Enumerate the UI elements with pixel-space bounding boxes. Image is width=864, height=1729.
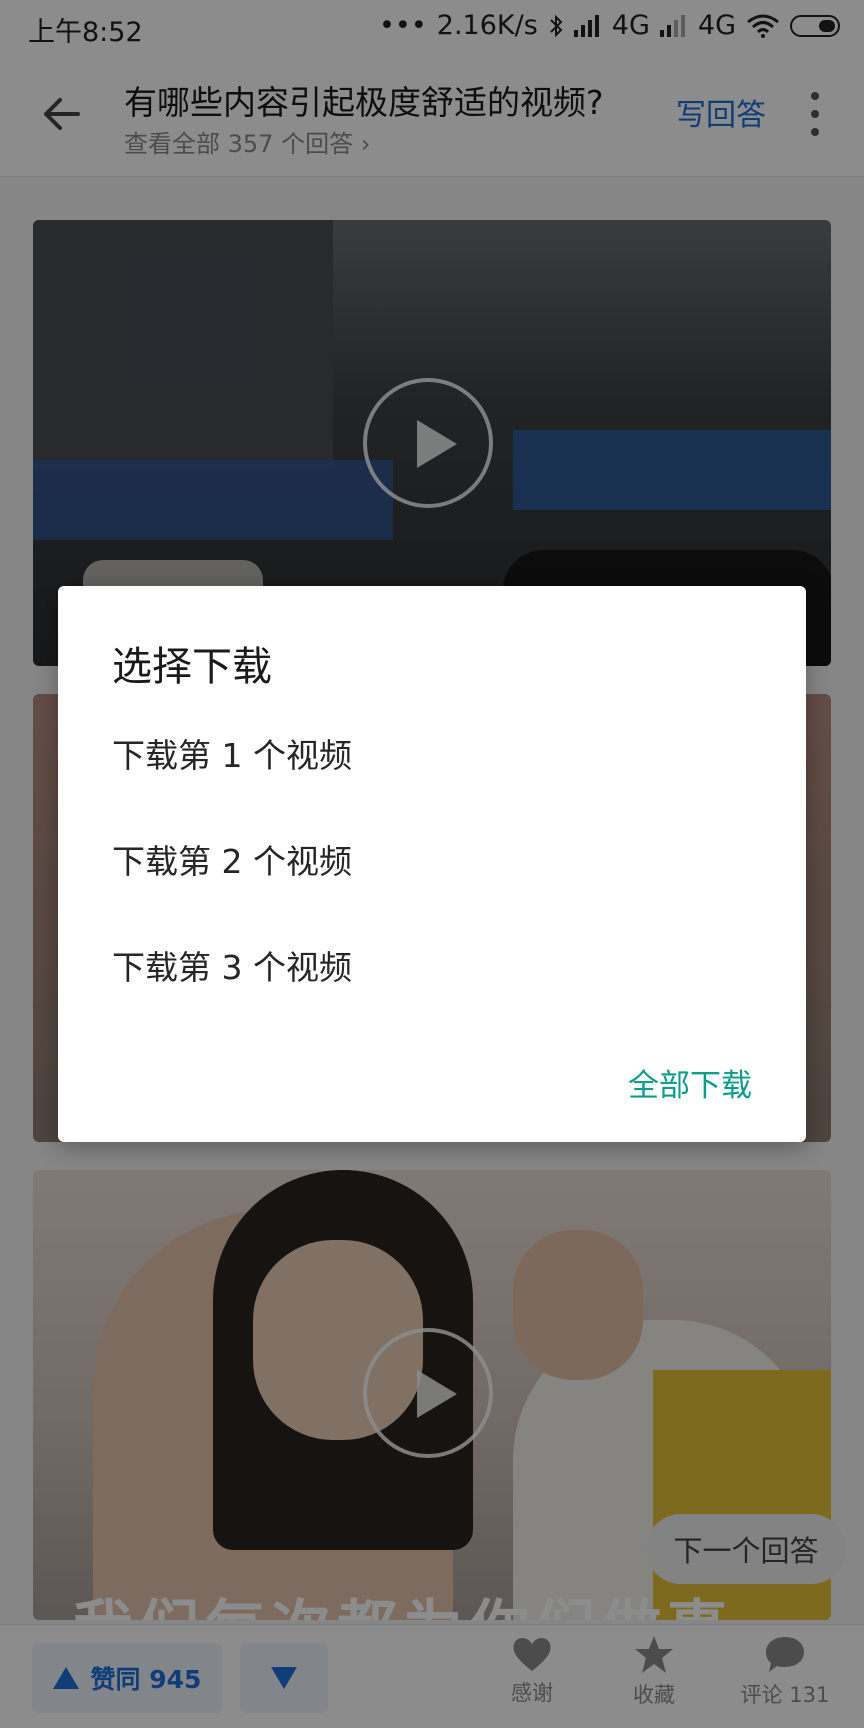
select-download-dialog: 选择下载 下载第 1 个视频 下载第 2 个视频 下载第 3 个视频 全部下载 (58, 586, 806, 1142)
download-all-button[interactable]: 全部下载 (628, 1060, 752, 1105)
download-video-2-option[interactable]: 下载第 2 个视频 (112, 822, 752, 902)
dialog-title: 选择下载 (112, 644, 272, 690)
download-video-1-option[interactable]: 下载第 1 个视频 (112, 716, 752, 796)
download-video-3-option[interactable]: 下载第 3 个视频 (112, 928, 752, 1008)
